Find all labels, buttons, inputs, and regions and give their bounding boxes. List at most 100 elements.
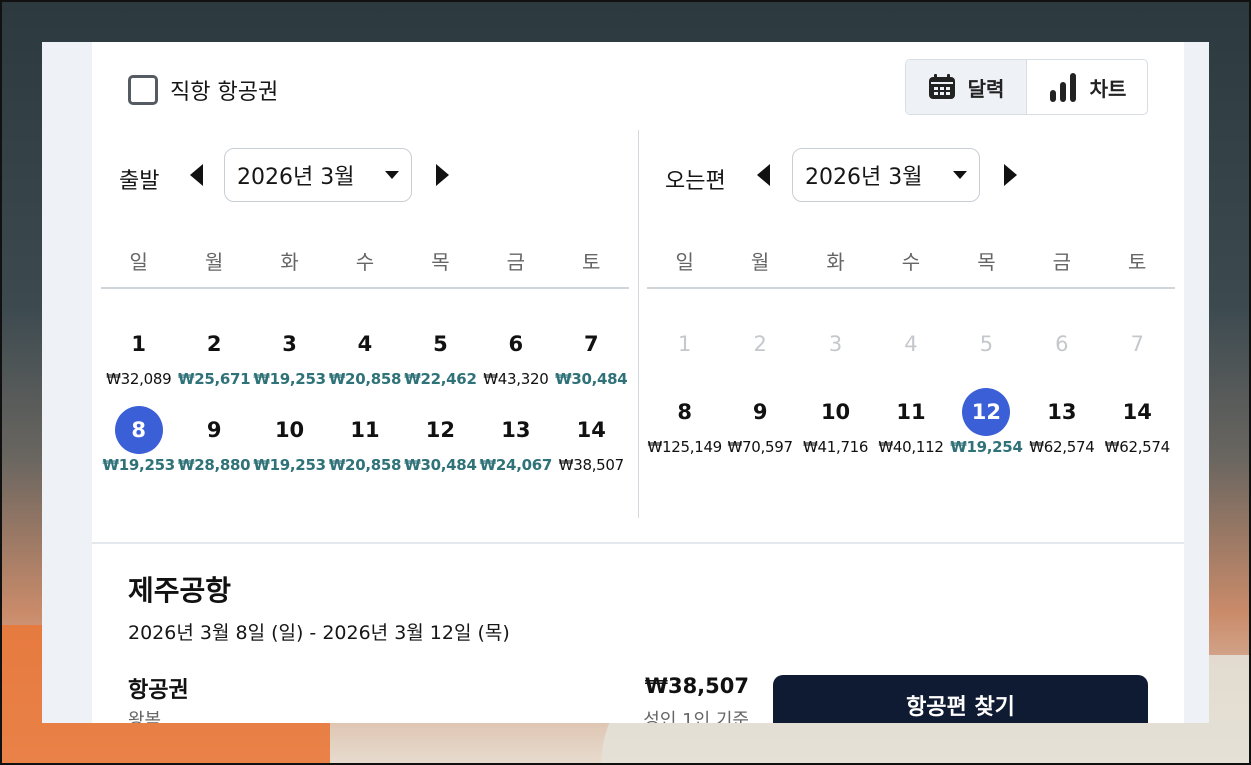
- triangle-right-icon: [1003, 164, 1017, 186]
- day-number: 13: [1047, 400, 1077, 424]
- departure-next-month-button[interactable]: [429, 162, 455, 188]
- day-number: 10: [820, 400, 851, 424]
- day-price: ₩30,484: [404, 456, 477, 474]
- caret-down-icon: [385, 171, 399, 179]
- calendar-day-cell: 1: [647, 320, 722, 370]
- weekday-label: 화: [280, 250, 299, 274]
- summary-divider: [92, 542, 1184, 544]
- day-number: 11: [896, 400, 926, 424]
- calendar-day-cell[interactable]: 11 ₩20,858: [327, 406, 402, 474]
- return-title: 오는편: [665, 169, 726, 194]
- return-month-select[interactable]: 2026년 3월: [792, 148, 980, 202]
- total-price: ₩38,507: [644, 674, 749, 698]
- trip-type: 왕복: [128, 710, 162, 723]
- departure-weekday-row: 일 월 화 수 목 금 토: [101, 246, 629, 275]
- weekday-label: 일: [129, 250, 148, 274]
- day-price: ₩62,574: [1029, 438, 1095, 456]
- day-number: 3: [282, 332, 297, 356]
- direct-flight-filter[interactable]: 직항 항공권: [128, 74, 278, 106]
- calendar-day-cell[interactable]: 13 ₩24,067: [478, 406, 553, 474]
- calendar-day-cell[interactable]: 9 ₩28,880: [176, 406, 251, 474]
- weekday-divider: [647, 287, 1175, 289]
- day-number: 14: [576, 418, 606, 442]
- calendar-day-cell[interactable]: 8 ₩19,253: [101, 406, 176, 474]
- departure-prev-month-button[interactable]: [183, 162, 209, 188]
- calendar-day-cell[interactable]: 10 ₩41,716: [798, 388, 873, 456]
- day-number: 8: [677, 400, 693, 424]
- calendar-day-cell[interactable]: 10 ₩19,253: [252, 406, 327, 474]
- return-month-value: 2026년 3월: [805, 165, 923, 190]
- calendar-day-cell[interactable]: 12 ₩30,484: [403, 406, 478, 474]
- calendar-day-cell[interactable]: 5 ₩22,462: [403, 320, 478, 388]
- day-price: ₩28,880: [177, 456, 251, 474]
- day-price: ₩32,089: [106, 370, 172, 388]
- day-number: 4: [357, 332, 373, 356]
- calendar-day-cell[interactable]: 3 ₩19,253: [252, 320, 327, 388]
- destination-title: 제주공항: [128, 574, 232, 607]
- day-number: 2: [206, 332, 222, 356]
- triangle-left-icon: [189, 164, 203, 186]
- weekday-label: 금: [506, 250, 526, 274]
- direct-flight-checkbox[interactable]: [128, 75, 158, 105]
- calendar-day-cell[interactable]: 13 ₩62,574: [1024, 388, 1099, 456]
- day-number: 11: [350, 418, 380, 442]
- day-number: 9: [206, 418, 222, 442]
- calendar-day-cell[interactable]: 1 ₩32,089: [101, 320, 176, 388]
- day-number: 1: [678, 332, 692, 356]
- day-number: 14: [1122, 400, 1152, 424]
- day-price: ₩19,254: [950, 438, 1023, 456]
- day-price: ₩24,067: [479, 456, 553, 474]
- calendar-day-cell[interactable]: 11 ₩40,112: [873, 388, 948, 456]
- day-number: 4: [904, 332, 918, 356]
- weekday-label: 월: [750, 250, 770, 274]
- day-number: 10: [274, 418, 305, 442]
- flight-calendar-modal: 직항 항공권 달력 차트 출발 2026년 3월 일 월 화 수 목 금 토 1…: [42, 42, 1209, 723]
- departure-title: 출발: [119, 169, 160, 194]
- day-number: 6: [508, 332, 524, 356]
- day-number: 5: [979, 332, 994, 356]
- selected-day-number: 8: [114, 406, 163, 454]
- day-price: ₩62,574: [1104, 438, 1171, 456]
- return-prev-month-button[interactable]: [750, 162, 776, 188]
- departure-month-select[interactable]: 2026년 3월: [224, 148, 412, 202]
- calendar-day-cell[interactable]: 14 ₩62,574: [1100, 388, 1175, 456]
- calendar-day-cell[interactable]: 8 ₩125,149: [647, 388, 722, 456]
- calendar-view-button[interactable]: 달력: [906, 60, 1027, 114]
- triangle-left-icon: [756, 164, 770, 186]
- day-price: ₩19,253: [253, 370, 326, 388]
- day-price: ₩30,484: [555, 370, 628, 388]
- departure-calendar-header: 출발 2026년 3월: [101, 148, 629, 202]
- direct-flight-label: 직항 항공권: [170, 80, 279, 105]
- calendar-day-cell[interactable]: 4 ₩20,858: [327, 320, 402, 388]
- chart-view-label: 차트: [1089, 76, 1127, 101]
- selected-day-number: 12: [962, 388, 1011, 436]
- calendar-day-cell[interactable]: 7 ₩30,484: [554, 320, 629, 388]
- day-number: 7: [1130, 332, 1144, 356]
- day-price: ₩20,858: [328, 370, 402, 388]
- search-flights-button[interactable]: 항공편 찾기: [773, 675, 1148, 723]
- caret-down-icon: [953, 171, 967, 179]
- departure-month-value: 2026년 3월: [237, 165, 355, 190]
- return-next-month-button[interactable]: [997, 162, 1023, 188]
- day-price: ₩25,671: [177, 370, 251, 388]
- calendar-day-cell[interactable]: 6 ₩43,320: [478, 320, 553, 388]
- day-number: 5: [433, 332, 448, 356]
- day-number: 1: [131, 332, 147, 356]
- calendar-day-cell[interactable]: 14 ₩38,507: [554, 406, 629, 474]
- price-note: 성인 1인 기준: [643, 710, 749, 723]
- calendar-day-cell[interactable]: 12 ₩19,254: [949, 388, 1024, 456]
- calendar-day-cell[interactable]: 2 ₩25,671: [176, 320, 251, 388]
- weekday-label: 토: [1128, 250, 1147, 274]
- day-number: 12: [425, 418, 456, 442]
- day-price: ₩125,149: [647, 438, 722, 456]
- departure-day-grid: 1 ₩32,089 2 ₩25,671 3 ₩19,253 4 ₩20,858 5 ₩22,462…: [101, 320, 629, 474]
- day-price: ₩19,253: [253, 456, 326, 474]
- return-calendar-header: 오는편 2026년 3월: [647, 148, 1175, 202]
- ticket-label: 항공권: [128, 678, 189, 703]
- bar-chart-icon: [1049, 73, 1076, 102]
- chart-view-button[interactable]: 차트: [1027, 60, 1147, 114]
- calendar-day-cell[interactable]: 9 ₩70,597: [722, 388, 797, 456]
- day-number: 2: [753, 332, 767, 356]
- selected-dates: 2026년 3월 8일 (일) - 2026년 3월 12일 (목): [128, 622, 510, 644]
- return-day-grid: 1 2 3 4 5 6 7 8 ₩125,149 9 ₩70,597 10 ₩41,716 11 ₩40,1…: [647, 320, 1175, 456]
